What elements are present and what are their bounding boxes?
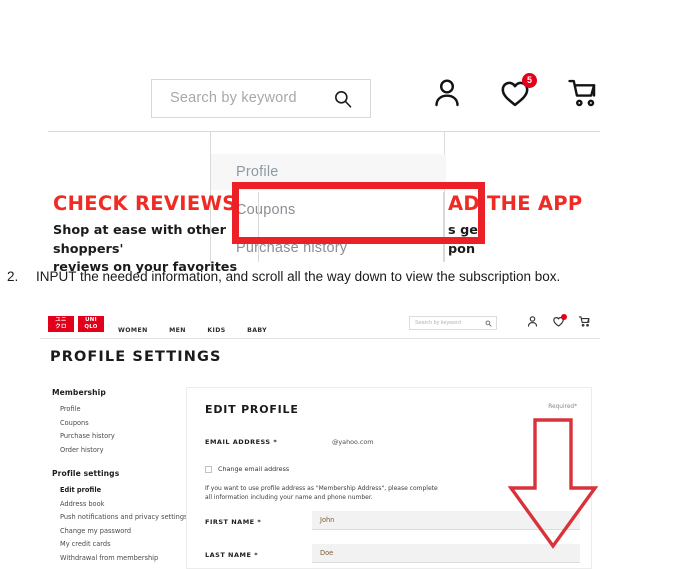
sidebar-item-change-password[interactable]: Change my password [52, 525, 192, 539]
uniqlo-logo[interactable]: ユニ クロ UNI QLO [48, 316, 104, 332]
sidebar-group-membership: Membership [52, 388, 106, 397]
membership-address-note: If you want to use profile address as "M… [205, 484, 495, 502]
header-icon-group: 5 [418, 73, 600, 120]
first-name-label: FIRST NAME * [205, 518, 262, 526]
sidebar-item-address-book[interactable]: Address book [52, 498, 192, 512]
nav-item-women[interactable]: WOMEN [118, 327, 148, 334]
shopping-cart-icon[interactable] [578, 315, 591, 328]
note-line2: all information including your name and … [205, 494, 373, 501]
profile-highlight-box [232, 182, 485, 244]
sidebar-item-credit-cards[interactable]: My credit cards [52, 538, 192, 552]
first-name-value: John [320, 516, 335, 524]
user-account-icon[interactable] [526, 315, 539, 328]
shopping-cart-icon[interactable] [566, 76, 600, 110]
search-input[interactable]: Search by keyword [409, 316, 497, 330]
email-address-label: EMAIL ADDRESS * [205, 438, 278, 446]
change-email-row[interactable]: Change email address [205, 465, 289, 473]
sidebar-item-edit-profile[interactable]: Edit profile [52, 484, 192, 498]
site-header: Search by keyword 5 [48, 52, 600, 130]
main-nav: WOMEN MEN KIDS BABY [118, 319, 284, 334]
page-title: PROFILE SETTINGS [50, 349, 222, 365]
sidebar-item-profile[interactable]: Profile [52, 403, 192, 417]
sidebar-item-push-notifications[interactable]: Push notifications and privacy settings [52, 511, 192, 525]
instruction-step-2: 2. INPUT the needed information, and scr… [0, 269, 673, 291]
scroll-down-arrow [507, 418, 599, 549]
nav-item-baby[interactable]: BABY [247, 327, 267, 334]
note-line1: If you want to use profile address as "M… [205, 485, 438, 492]
last-name-label: LAST NAME * [205, 551, 259, 559]
header-icon-group [522, 314, 597, 333]
required-note: Required* [548, 404, 577, 410]
nav-item-men[interactable]: MEN [169, 327, 186, 334]
search-icon[interactable] [333, 89, 353, 109]
sidebar-group-profile-settings: Profile settings [52, 469, 120, 478]
logo-line1: UNI [85, 317, 97, 323]
wishlist-badge-count [561, 314, 567, 320]
uniqlo-logo-katakana: ユニ クロ [48, 316, 74, 332]
sidebar-item-coupons[interactable]: Coupons [52, 417, 192, 431]
sidebar-item-order-history[interactable]: Order history [52, 444, 192, 458]
logo-line2: QLO [84, 324, 98, 330]
instruction-text: INPUT the needed information, and scroll… [36, 269, 561, 284]
search-placeholder: Search by keyword [415, 320, 461, 326]
nav-item-kids[interactable]: KIDS [207, 327, 225, 334]
search-icon[interactable] [485, 320, 492, 327]
user-account-icon[interactable] [430, 76, 464, 110]
header-divider [40, 338, 600, 339]
search-placeholder: Search by keyword [170, 90, 297, 106]
uniqlo-site-header: ユニ クロ UNI QLO WOMEN MEN KIDS BABY Search … [40, 308, 600, 338]
uniqlo-logo-wordmark: UNI QLO [78, 316, 104, 332]
search-input[interactable]: Search by keyword [151, 79, 371, 118]
email-address-value: @yahoo.com [332, 438, 374, 446]
settings-sidebar: Membership Profile Coupons Purchase hist… [52, 388, 192, 565]
sidebar-item-withdrawal[interactable]: Withdrawal from membership [52, 552, 192, 566]
form-title: EDIT PROFILE [205, 403, 299, 416]
last-name-value: Doe [320, 549, 334, 557]
wishlist-badge-count: 5 [522, 73, 537, 88]
page-root: Search by keyword 5 Profile Coupons Purc… [0, 0, 673, 569]
change-email-label: Change email address [218, 465, 290, 473]
change-email-checkbox[interactable] [205, 465, 212, 473]
sidebar-item-purchase-history[interactable]: Purchase history [52, 430, 192, 444]
top-screenshot: Search by keyword 5 Profile Coupons Purc… [0, 52, 673, 275]
instruction-number: 2. [7, 269, 19, 284]
